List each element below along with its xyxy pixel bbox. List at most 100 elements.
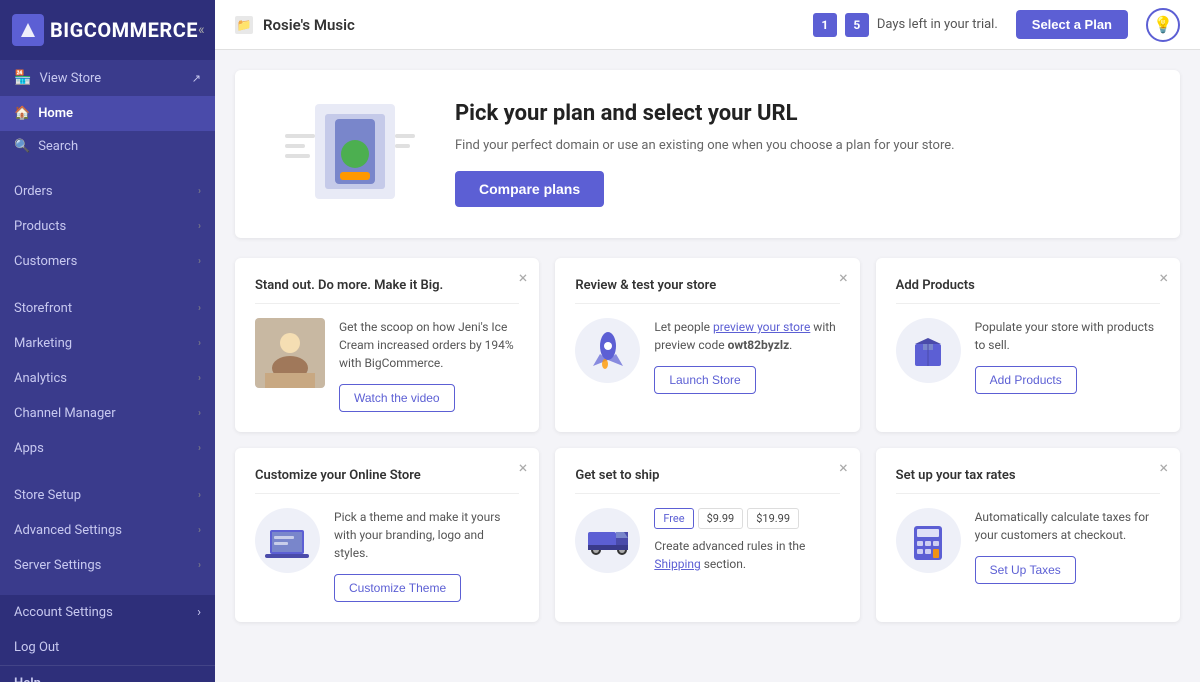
lightbulb-icon: 💡 <box>1153 15 1173 34</box>
account-settings-label: Account Settings <box>14 605 113 620</box>
shipping-link[interactable]: Shipping <box>654 557 700 571</box>
store-name-area: 📁 Rosie's Music <box>235 16 813 34</box>
chevron-icon: › <box>198 560 201 571</box>
chevron-icon: › <box>197 605 201 620</box>
chevron-icon: › <box>198 256 201 267</box>
chevron-icon: › <box>198 373 201 384</box>
customize-theme-button[interactable]: Customize Theme <box>334 574 461 602</box>
close-icon[interactable]: × <box>839 460 848 476</box>
card-add-products-title: Add Products <box>896 278 1160 304</box>
sidebar-item-analytics[interactable]: Analytics › <box>0 361 215 396</box>
price-1: $9.99 <box>698 508 744 529</box>
hero-card: Pick your plan and select your URL Find … <box>235 70 1180 238</box>
card-review-store-content: Let people preview your store with previ… <box>654 318 839 394</box>
home-label: Home <box>38 106 73 121</box>
sidebar-item-store-setup[interactable]: Store Setup › <box>0 478 215 513</box>
advanced-settings-label: Advanced Settings <box>14 523 122 538</box>
topbar: 📁 Rosie's Music 1 5 Days left in your tr… <box>215 0 1200 50</box>
sidebar-item-account-settings[interactable]: Account Settings › <box>0 595 215 630</box>
launch-store-button[interactable]: Launch Store <box>654 366 755 394</box>
sidebar-item-advanced-settings[interactable]: Advanced Settings › <box>0 513 215 548</box>
trial-day-1: 1 <box>813 13 837 37</box>
log-out-label: Log Out <box>14 640 59 655</box>
page-content: Pick your plan and select your URL Find … <box>215 50 1200 682</box>
chevron-icon: › <box>198 221 201 232</box>
sidebar-item-marketing[interactable]: Marketing › <box>0 326 215 361</box>
sidebar-logo: BIGCOMMERCE « <box>0 0 215 60</box>
lightbulb-button[interactable]: 💡 <box>1146 8 1180 42</box>
watch-video-button[interactable]: Watch the video <box>339 384 455 412</box>
sidebar-item-home[interactable]: 🏠 Home <box>0 96 215 131</box>
chevron-icon: › <box>198 490 201 501</box>
cards-grid: × Stand out. Do more. Make it Big. Get t… <box>235 258 1180 622</box>
card-get-ship-body: Free $9.99 $19.99 Create advanced rules … <box>575 508 839 585</box>
chevron-icon: › <box>198 443 201 454</box>
close-icon[interactable]: × <box>839 270 848 286</box>
help-label: Help <box>14 676 114 682</box>
main-content: 📁 Rosie's Music 1 5 Days left in your tr… <box>215 0 1200 682</box>
chevron-icon: › <box>198 408 201 419</box>
select-plan-button[interactable]: Select a Plan <box>1016 10 1128 39</box>
card-tax-rates-content: Automatically calculate taxes for your c… <box>975 508 1160 584</box>
marketing-label: Marketing <box>14 336 72 351</box>
sidebar-item-server-settings[interactable]: Server Settings › <box>0 548 215 583</box>
card-stand-out-body: Get the scoop on how Jeni's Ice Cream in… <box>255 318 519 412</box>
card-customize-store-image <box>255 508 320 573</box>
add-products-button[interactable]: Add Products <box>975 366 1077 394</box>
sidebar-item-orders[interactable]: Orders › <box>0 174 215 209</box>
trial-text: Days left in your trial. <box>877 17 998 32</box>
close-icon[interactable]: × <box>519 460 528 476</box>
sidebar-item-log-out[interactable]: Log Out <box>0 630 215 665</box>
hero-text: Pick your plan and select your URL Find … <box>455 101 955 208</box>
set-up-taxes-button[interactable]: Set Up Taxes <box>975 556 1076 584</box>
card-stand-out-title: Stand out. Do more. Make it Big. <box>255 278 519 304</box>
search-label: Search <box>38 139 78 154</box>
sidebar-item-apps[interactable]: Apps › <box>0 431 215 466</box>
apps-label: Apps <box>14 441 44 456</box>
card-customize-store-content: Pick a theme and make it yours with your… <box>334 508 519 602</box>
card-add-products: × Add Products Populate your store wi <box>876 258 1180 432</box>
price-2: $19.99 <box>747 508 799 529</box>
sidebar-item-customers[interactable]: Customers › <box>0 244 215 279</box>
hero-illustration <box>265 94 425 214</box>
card-stand-out: × Stand out. Do more. Make it Big. Get t… <box>235 258 539 432</box>
close-icon[interactable]: × <box>1159 460 1168 476</box>
card-get-ship-image <box>575 508 640 573</box>
close-icon[interactable]: × <box>1159 270 1168 286</box>
sidebar-item-channel-manager[interactable]: Channel Manager › <box>0 396 215 431</box>
card-tax-rates-text: Automatically calculate taxes for your c… <box>975 508 1160 544</box>
sidebar-item-storefront[interactable]: Storefront › <box>0 291 215 326</box>
brand-name: BIGCOMMERCE <box>50 18 198 42</box>
chevron-icon: › <box>198 338 201 349</box>
store-setup-label: Store Setup <box>14 488 81 503</box>
card-tax-rates-title: Set up your tax rates <box>896 468 1160 494</box>
sidebar-bottom: Account Settings › Log Out Help Support … <box>0 595 215 682</box>
compare-plans-button[interactable]: Compare plans <box>455 171 604 207</box>
storefront-label: Storefront <box>14 301 72 316</box>
external-link-icon: ↗ <box>192 72 201 85</box>
card-customize-store-text: Pick a theme and make it yours with your… <box>334 508 519 562</box>
sidebar-item-view-store[interactable]: 🏪 View Store ↗ <box>0 60 215 96</box>
card-add-products-image <box>896 318 961 383</box>
server-settings-label: Server Settings <box>14 558 101 573</box>
card-review-store-title: Review & test your store <box>575 278 839 304</box>
sidebar-item-search[interactable]: 🔍 Search <box>0 131 215 162</box>
hero-title: Pick your plan and select your URL <box>455 101 955 126</box>
collapse-button[interactable]: « <box>198 22 205 38</box>
card-customize-store: × Customize your Online Store <box>235 448 539 622</box>
close-icon[interactable]: × <box>519 270 528 286</box>
chevron-icon: › <box>198 303 201 314</box>
preview-store-link[interactable]: preview your store <box>713 320 810 334</box>
card-stand-out-text: Get the scoop on how Jeni's Ice Cream in… <box>339 318 519 372</box>
sidebar-item-products[interactable]: Products › <box>0 209 215 244</box>
card-tax-rates-body: Automatically calculate taxes for your c… <box>896 508 1160 584</box>
search-icon: 🔍 <box>14 139 30 154</box>
home-icon: 🏠 <box>14 106 30 121</box>
card-review-store-text: Let people preview your store with previ… <box>654 318 839 354</box>
analytics-label: Analytics <box>14 371 67 386</box>
view-store-label: View Store <box>39 71 101 86</box>
chevron-icon: › <box>198 525 201 536</box>
card-customize-store-title: Customize your Online Store <box>255 468 519 494</box>
hero-description: Find your perfect domain or use an exist… <box>455 136 955 156</box>
store-folder-icon: 📁 <box>235 16 253 34</box>
